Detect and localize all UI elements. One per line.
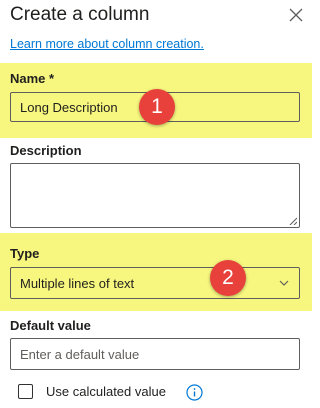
description-textarea[interactable] — [10, 163, 300, 228]
default-value-label: Default value — [10, 318, 91, 333]
use-calculated-label[interactable]: Use calculated value — [46, 384, 166, 399]
default-value-placeholder: Enter a default value — [20, 346, 140, 362]
type-selected-value: Multiple lines of text — [20, 275, 135, 291]
create-column-panel: Create a column Learn more about column … — [0, 0, 314, 408]
panel-title: Create a column — [10, 4, 150, 25]
resize-handle-icon[interactable] — [289, 217, 297, 225]
description-label: Description — [10, 143, 82, 158]
name-label: Name * — [10, 71, 55, 86]
type-dropdown[interactable]: Multiple lines of text — [10, 267, 300, 299]
step-1-badge: 1 — [139, 89, 175, 125]
default-value-input[interactable]: Enter a default value — [10, 338, 300, 370]
learn-more-link[interactable]: Learn more about column creation. — [10, 37, 204, 51]
step-2-badge: 2 — [210, 260, 246, 296]
close-icon[interactable] — [287, 6, 305, 24]
name-input-value: Long Description — [20, 99, 118, 115]
type-label: Type — [10, 246, 40, 261]
use-calculated-checkbox[interactable] — [18, 384, 33, 399]
chevron-down-icon — [279, 280, 289, 286]
info-icon[interactable] — [186, 384, 203, 401]
